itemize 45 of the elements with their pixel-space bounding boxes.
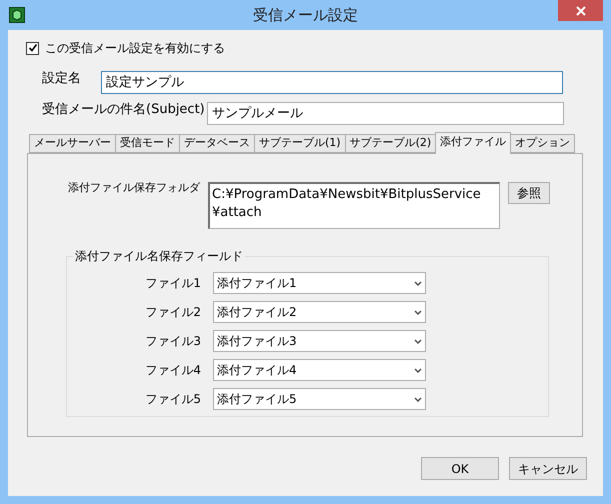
field-label: ファイル3 — [144, 333, 202, 350]
folder-path-line: C:¥ProgramData¥Newsbit¥BitplusService — [212, 186, 482, 204]
dropdown-value: 添付ファイル2 — [217, 304, 297, 321]
window-title: 受信メール設定 — [253, 4, 358, 26]
chevron-down-icon — [414, 368, 422, 372]
field-label: 受信メールの件名(Subject) — [42, 101, 206, 119]
file-dropdown[interactable]: 添付ファイル4 — [213, 359, 426, 381]
chevron-down-icon — [414, 338, 422, 344]
tab[interactable]: 添付ファイル — [435, 132, 512, 154]
checkbox[interactable] — [26, 42, 39, 54]
dropdown-value: 添付ファイル4 — [217, 362, 297, 379]
tab[interactable]: データベース — [179, 134, 255, 153]
chevron-down-icon — [414, 310, 422, 314]
field-label: ファイル5 — [144, 391, 202, 408]
file-dropdown[interactable]: 添付ファイル3 — [213, 330, 426, 352]
close-button[interactable] — [558, 0, 603, 21]
file-dropdown[interactable]: 添付ファイル2 — [213, 301, 426, 323]
tab[interactable]: オプション — [510, 134, 576, 153]
app-icon — [9, 7, 25, 23]
file-dropdown[interactable]: 添付ファイル1 — [213, 272, 426, 294]
dropdown-value: 添付ファイル5 — [217, 391, 297, 408]
group-title: 添付ファイル名保存フィールド — [74, 248, 244, 265]
close-icon — [576, 6, 586, 16]
checkbox-label: この受信メール設定を有効にする — [45, 40, 225, 57]
name-field[interactable]: 設定サンプル — [101, 71, 563, 94]
folder-field[interactable]: C:¥ProgramData¥Newsbit¥BitplusService ¥attach — [208, 182, 500, 229]
folder-path-line: ¥attach — [212, 204, 263, 222]
subject-field[interactable]: サンプルメール — [207, 102, 564, 125]
chevron-down-icon — [414, 396, 422, 402]
field-label: ファイル4 — [144, 362, 202, 379]
tab[interactable]: 受信モード — [115, 134, 180, 153]
dialog-button[interactable]: OK — [421, 457, 499, 480]
tab[interactable]: サブテーブル(2) — [344, 134, 436, 153]
field-label: ファイル2 — [144, 304, 202, 321]
chevron-down-icon — [414, 280, 422, 286]
field-label: 設定名 — [42, 70, 82, 88]
field-label: ファイル1 — [144, 275, 202, 292]
dropdown-value: 添付ファイル3 — [217, 333, 297, 350]
dropdown-value: 添付ファイル1 — [217, 275, 297, 292]
tab[interactable]: サブテーブル(1) — [254, 134, 346, 153]
browse-button[interactable]: 参照 — [508, 182, 550, 204]
file-dropdown[interactable]: 添付ファイル5 — [213, 388, 426, 410]
dialog-button[interactable]: キャンセル — [509, 457, 587, 480]
tab[interactable]: メールサーバー — [29, 134, 116, 153]
field-label: 添付ファイル保存フォルダ — [68, 180, 202, 196]
